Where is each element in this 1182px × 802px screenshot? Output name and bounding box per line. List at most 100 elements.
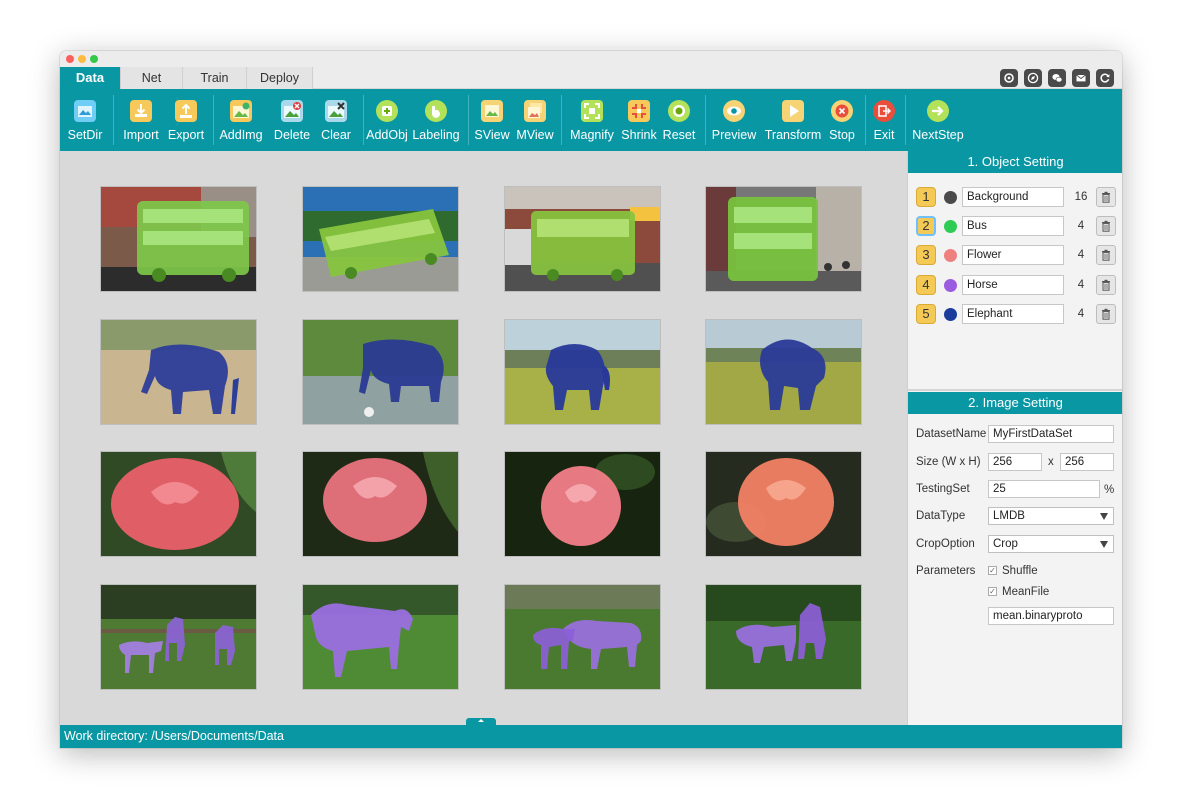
wechat-icon[interactable] bbox=[1048, 69, 1066, 87]
mview-button[interactable]: MView bbox=[514, 89, 556, 151]
clear-images-icon bbox=[325, 100, 347, 122]
shuffle-label: Shuffle bbox=[1002, 565, 1038, 577]
object-index-button[interactable]: 1 bbox=[916, 187, 936, 207]
play-icon bbox=[782, 100, 804, 122]
object-index-button[interactable]: 4 bbox=[916, 275, 936, 295]
toolbar-separator bbox=[363, 95, 364, 145]
image-thumbnail-horse-3[interactable] bbox=[505, 585, 660, 689]
trash-icon[interactable] bbox=[1096, 304, 1116, 324]
folder-image-icon bbox=[74, 100, 96, 122]
object-color-swatch[interactable] bbox=[944, 249, 957, 262]
stop-button[interactable]: Stop bbox=[826, 89, 858, 151]
image-thumbnail-horse-1[interactable] bbox=[101, 585, 256, 689]
crop-option-value: Crop bbox=[993, 538, 1018, 550]
import-button[interactable]: Import bbox=[120, 89, 162, 151]
sview-button[interactable]: SView bbox=[472, 89, 512, 151]
clear-button[interactable]: Clear bbox=[316, 89, 356, 151]
refresh-icon[interactable] bbox=[1096, 69, 1114, 87]
addimg-button[interactable]: AddImg bbox=[218, 89, 264, 151]
tab-deploy[interactable]: Deploy bbox=[247, 67, 313, 89]
trash-icon[interactable] bbox=[1096, 216, 1116, 236]
shrink-button[interactable]: Shrink bbox=[618, 89, 660, 151]
trash-icon[interactable] bbox=[1096, 187, 1116, 207]
image-thumbnail-elephant-1[interactable] bbox=[101, 320, 256, 424]
reset-button[interactable]: Reset bbox=[660, 89, 698, 151]
object-index-button[interactable]: 5 bbox=[916, 304, 936, 324]
dataset-name-label: DatasetName bbox=[916, 428, 987, 440]
export-label: Export bbox=[167, 128, 205, 142]
image-thumbnail-elephant-2[interactable] bbox=[303, 320, 458, 424]
delete-button[interactable]: Delete bbox=[270, 89, 314, 151]
object-color-swatch[interactable] bbox=[944, 220, 957, 233]
object-color-swatch[interactable] bbox=[944, 191, 957, 204]
testing-set-label: TestingSet bbox=[916, 483, 970, 495]
addobj-button[interactable]: AddObj bbox=[366, 89, 408, 151]
check-icon: ✓ bbox=[988, 566, 997, 575]
object-row: 2 Bus 4 bbox=[916, 216, 1116, 236]
compass-icon[interactable] bbox=[1024, 69, 1042, 87]
image-thumbnail-bus-4[interactable] bbox=[706, 187, 861, 291]
addimg-label: AddImg bbox=[219, 128, 263, 142]
size-width-field[interactable]: 256 bbox=[988, 453, 1042, 471]
parameters-label: Parameters bbox=[916, 565, 976, 577]
image-thumbnail-flower-4[interactable] bbox=[706, 452, 861, 556]
image-thumbnail-bus-3[interactable] bbox=[505, 187, 660, 291]
object-index-button[interactable]: 2 bbox=[916, 216, 936, 236]
close-window-button[interactable] bbox=[66, 55, 74, 63]
object-index-button[interactable]: 3 bbox=[916, 245, 936, 265]
magnify-icon bbox=[581, 100, 603, 122]
image-thumbnail-flower-3[interactable] bbox=[505, 452, 660, 556]
labeling-button[interactable]: Labeling bbox=[412, 89, 460, 151]
image-thumbnail-elephant-3[interactable] bbox=[505, 320, 660, 424]
setdir-label: SetDir bbox=[67, 128, 103, 142]
add-object-icon bbox=[376, 100, 398, 122]
object-name-field[interactable]: Elephant bbox=[962, 304, 1064, 324]
reset-label: Reset bbox=[662, 128, 696, 142]
image-thumbnail-bus-2[interactable] bbox=[303, 187, 458, 291]
nextstep-label: NextStep bbox=[912, 128, 964, 142]
image-thumbnail-bus-1[interactable] bbox=[101, 187, 256, 291]
object-name-field[interactable]: Flower bbox=[962, 245, 1064, 265]
image-thumbnail-elephant-4[interactable] bbox=[706, 320, 861, 424]
setdir-button[interactable]: SetDir bbox=[64, 89, 106, 151]
meanfile-path-field[interactable]: mean.binaryproto bbox=[988, 607, 1114, 625]
image-grid bbox=[60, 151, 907, 725]
panel-divider bbox=[908, 389, 1122, 391]
exit-button[interactable]: Exit bbox=[870, 89, 898, 151]
tab-net[interactable]: Net bbox=[121, 67, 183, 89]
object-count: 4 bbox=[1077, 279, 1085, 291]
transform-button[interactable]: Transform bbox=[762, 89, 824, 151]
dataset-name-field[interactable]: MyFirstDataSet bbox=[988, 425, 1114, 443]
export-button[interactable]: Export bbox=[164, 89, 208, 151]
image-thumbnail-flower-2[interactable] bbox=[303, 452, 458, 556]
object-name-field[interactable]: Horse bbox=[962, 275, 1064, 295]
size-height-field[interactable]: 256 bbox=[1060, 453, 1114, 471]
object-count: 16 bbox=[1074, 191, 1088, 203]
object-name-field[interactable]: Background bbox=[962, 187, 1064, 207]
size-label: Size (W x H) bbox=[916, 456, 981, 468]
tab-train[interactable]: Train bbox=[183, 67, 247, 89]
object-color-swatch[interactable] bbox=[944, 279, 957, 292]
settings-icon[interactable] bbox=[1000, 69, 1018, 87]
crop-option-select[interactable]: Crop bbox=[988, 535, 1114, 553]
minimize-window-button[interactable] bbox=[78, 55, 86, 63]
nextstep-button[interactable]: NextStep bbox=[910, 89, 966, 151]
maximize-window-button[interactable] bbox=[90, 55, 98, 63]
image-thumbnail-horse-4[interactable] bbox=[706, 585, 861, 689]
tab-data[interactable]: Data bbox=[60, 67, 121, 89]
mail-icon[interactable] bbox=[1072, 69, 1090, 87]
toolbar-separator bbox=[865, 95, 866, 145]
settings-sidebar: 1. Object Setting 1 Background 16 2 Bus … bbox=[907, 151, 1122, 725]
object-name-field[interactable]: Bus bbox=[962, 216, 1064, 236]
preview-button[interactable]: Preview bbox=[710, 89, 758, 151]
object-color-swatch[interactable] bbox=[944, 308, 957, 321]
collapse-handle[interactable] bbox=[466, 718, 496, 725]
trash-icon[interactable] bbox=[1096, 245, 1116, 265]
trash-icon[interactable] bbox=[1096, 275, 1116, 295]
testing-set-field[interactable]: 25 bbox=[988, 480, 1100, 498]
shrink-label: Shrink bbox=[621, 128, 657, 142]
image-thumbnail-flower-1[interactable] bbox=[101, 452, 256, 556]
image-thumbnail-horse-2[interactable] bbox=[303, 585, 458, 689]
magnify-button[interactable]: Magnify bbox=[568, 89, 616, 151]
data-type-select[interactable]: LMDB bbox=[988, 507, 1114, 525]
